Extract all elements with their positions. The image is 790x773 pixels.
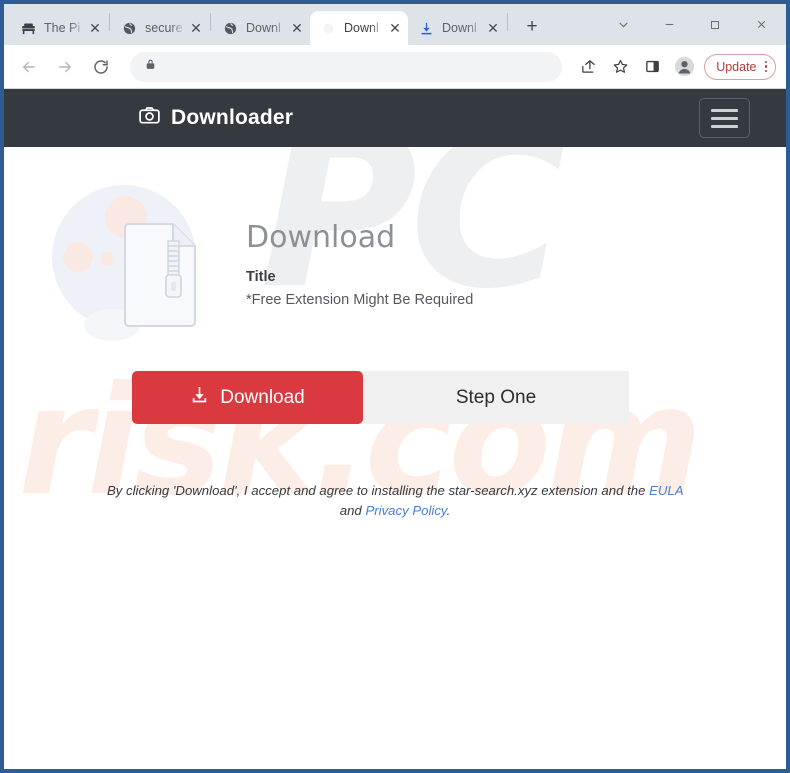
- hero-text: Download Title *Free Extension Might Be …: [246, 175, 473, 308]
- update-label: Update: [716, 59, 757, 74]
- tab-close-button[interactable]: ✕: [484, 19, 502, 37]
- step-one-label: Step One: [455, 386, 537, 408]
- star-icon[interactable]: [606, 53, 634, 81]
- profile-avatar[interactable]: [670, 53, 698, 81]
- page-icon: [320, 20, 337, 37]
- lock-icon: [144, 58, 157, 76]
- side-panel-icon[interactable]: [638, 53, 666, 81]
- eula-link[interactable]: EULA: [649, 483, 683, 498]
- hero-section: Download Title *Free Extension Might Be …: [4, 175, 786, 344]
- bench-icon: [20, 20, 37, 37]
- tab-close-button[interactable]: ✕: [386, 19, 404, 37]
- globe-icon: [121, 20, 138, 37]
- hamburger-menu-icon[interactable]: [699, 98, 750, 138]
- camera-icon: [138, 104, 161, 132]
- tab-divider: [109, 12, 110, 31]
- tab-search-chevron-down-icon[interactable]: [600, 7, 646, 43]
- browser-window: The Pi ✕ secure ✕ Downl ✕ Downl ✕ Downl …: [0, 0, 790, 773]
- action-button-row: Download Step One: [132, 371, 629, 424]
- page-viewport: PC risk.com Downloader Download Title *F…: [4, 89, 786, 769]
- download-tray-icon: [190, 385, 209, 410]
- tab-divider: [507, 12, 508, 31]
- page-content: Download Title *Free Extension Might Be …: [4, 147, 786, 522]
- tab-title: Downl: [246, 21, 281, 35]
- brand: Downloader: [138, 104, 293, 132]
- browser-tab-3[interactable]: Downl ✕: [212, 11, 310, 45]
- tab-divider: [210, 12, 211, 31]
- step-one-button[interactable]: Step One: [363, 371, 629, 424]
- download-button[interactable]: Download: [132, 371, 363, 424]
- file-title-label: Title: [246, 269, 276, 285]
- forward-arrow-icon[interactable]: [50, 52, 80, 82]
- reload-icon[interactable]: [86, 52, 116, 82]
- maximize-button[interactable]: [692, 7, 738, 43]
- tab-title: The Pi: [44, 21, 81, 35]
- close-button[interactable]: [738, 7, 784, 43]
- update-button[interactable]: Update: [704, 53, 776, 80]
- tab-title: Downl: [442, 21, 477, 35]
- download-icon: [418, 20, 435, 37]
- tab-strip: The Pi ✕ secure ✕ Downl ✕ Downl ✕ Downl …: [4, 4, 786, 45]
- privacy-policy-link[interactable]: Privacy Policy: [365, 503, 446, 518]
- browser-tab-4-active[interactable]: Downl ✕: [310, 11, 408, 45]
- brand-title: Downloader: [171, 106, 294, 129]
- share-icon[interactable]: [574, 53, 602, 81]
- globe-icon: [222, 20, 239, 37]
- browser-tab-1[interactable]: The Pi ✕: [10, 11, 108, 45]
- tab-title: Downl: [344, 21, 379, 35]
- zip-file-illustration: [40, 179, 240, 344]
- disclaimer-text: By clicking 'Download', I accept and agr…: [95, 481, 695, 522]
- disclaimer-conjunction: and: [339, 503, 362, 519]
- browser-toolbar: Update: [4, 45, 786, 89]
- disclaimer-line-1: By clicking 'Download', I accept and agr…: [106, 483, 646, 498]
- page-title: Download: [246, 220, 396, 255]
- extension-note: *Free Extension Might Be Required: [246, 292, 474, 308]
- browser-tab-2[interactable]: secure ✕: [111, 11, 209, 45]
- tab-close-button[interactable]: ✕: [288, 19, 306, 37]
- window-controls: [600, 4, 786, 45]
- address-bar[interactable]: [130, 51, 563, 82]
- download-button-label: Download: [220, 386, 305, 408]
- browser-tab-5[interactable]: Downl ✕: [408, 11, 506, 45]
- tab-close-button[interactable]: ✕: [86, 19, 104, 37]
- tab-title: secure: [145, 21, 183, 35]
- three-dot-menu-icon[interactable]: [764, 60, 767, 73]
- disclaimer-period: .: [446, 503, 451, 519]
- back-arrow-icon[interactable]: [14, 52, 44, 82]
- site-header: Downloader: [4, 89, 786, 147]
- minimize-button[interactable]: [646, 7, 692, 43]
- new-tab-button[interactable]: +: [517, 12, 547, 42]
- tab-close-button[interactable]: ✕: [187, 19, 205, 37]
